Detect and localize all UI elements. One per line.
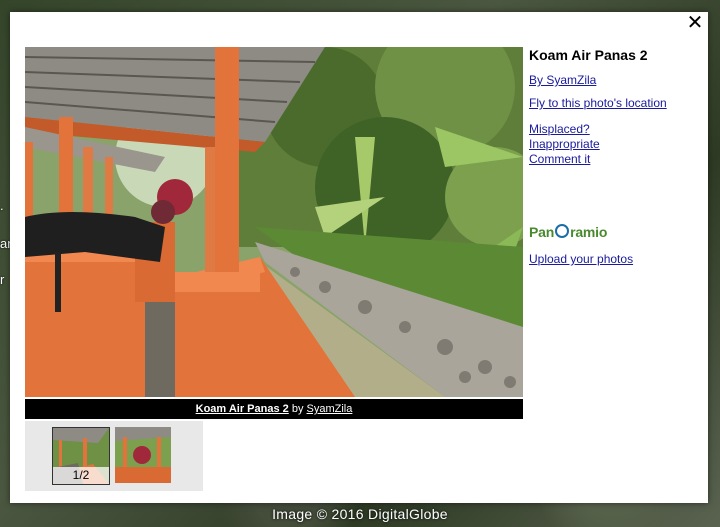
thumbnail-1[interactable]: 1/2 [52, 427, 110, 485]
caption-title-link[interactable]: Koam Air Panas 2 [196, 403, 289, 415]
comment-link[interactable]: Comment it [529, 152, 699, 167]
map-label: r [0, 272, 5, 287]
thumbnail-2[interactable] [115, 427, 171, 483]
photo-caption: Koam Air Panas 2 by SyamZila [25, 399, 523, 419]
main-photo[interactable] [25, 47, 523, 397]
close-icon[interactable]: ✕ [686, 13, 704, 33]
upload-photos-link[interactable]: Upload your photos [529, 252, 633, 266]
inappropriate-link[interactable]: Inappropriate [529, 137, 699, 152]
photo-info-panel: Koam Air Panas 2 By SyamZila Fly to this… [529, 47, 699, 167]
feedback-links: Misplaced? Inappropriate Comment it [529, 122, 699, 167]
panoramio-logo[interactable]: Pan ramio [529, 223, 607, 240]
imagery-attribution: Image © 2016 DigitalGlobe [272, 506, 448, 522]
fly-to-location-link[interactable]: Fly to this photo's location [529, 96, 699, 110]
photo-title: Koam Air Panas 2 [529, 47, 648, 63]
caption-author-link[interactable]: SyamZila [307, 403, 353, 415]
author-link[interactable]: By SyamZila [529, 73, 699, 87]
misplaced-link[interactable]: Misplaced? [529, 122, 699, 137]
gallery-counter: 1/2 [53, 467, 109, 484]
map-label: . [0, 198, 4, 213]
thumbnail-strip: 1/2 [25, 421, 203, 491]
photo-popup: ✕ Koam Air Panas 2 by SyamZila 1/2 Koam … [10, 12, 708, 503]
logo-o-icon [555, 224, 570, 238]
caption-separator: by [291, 403, 304, 415]
